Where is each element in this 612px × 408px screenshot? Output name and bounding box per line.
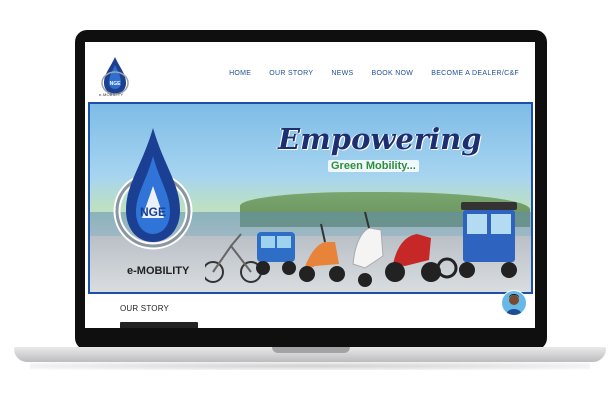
orange-scooter-image xyxy=(299,223,345,282)
our-story-heading: OUR STORY xyxy=(120,304,170,313)
hero-banner: NGE e-MOBILITY Empowering Green Mobility… xyxy=(88,102,533,294)
chat-avatar-icon[interactable] xyxy=(501,290,527,316)
site-header: NGE e-MOBILITY HOME OUR STORY NEWS BOOK … xyxy=(85,42,535,100)
hero-subheadline: Green Mobility... xyxy=(328,160,419,172)
hero-logo-caption: e-MOBILITY xyxy=(127,265,190,277)
hero-headline: Empowering xyxy=(278,122,482,156)
vehicle-lineup xyxy=(205,202,517,287)
main-menu: HOME OUR STORY NEWS BOOK NOW BECOME A DE… xyxy=(229,70,519,77)
nav-item-news[interactable]: NEWS xyxy=(331,70,353,77)
laptop-notch xyxy=(272,347,350,353)
white-scooter-image xyxy=(352,211,384,287)
header-logo-caption: e-MOBILITY xyxy=(99,92,124,97)
nav-item-become-dealer[interactable]: BECOME A DEALER/C&F xyxy=(431,70,519,77)
browser-viewport: NGE e-MOBILITY HOME OUR STORY NEWS BOOK … xyxy=(85,42,535,328)
nav-item-our-story[interactable]: OUR STORY xyxy=(269,70,313,77)
header-logo-acronym: NGE xyxy=(110,81,122,87)
hero-nge-logo: NGE xyxy=(112,126,194,254)
hero-logo-acronym: NGE xyxy=(140,205,166,219)
blue-erickshaw-large-image xyxy=(436,202,517,279)
cropped-subheading xyxy=(120,322,198,328)
laptop-shadow xyxy=(30,362,590,370)
blue-erickshaw-small-image xyxy=(256,232,296,275)
nav-item-home[interactable]: HOME xyxy=(229,70,251,77)
tricycle-image xyxy=(205,233,262,283)
red-motorbike-image xyxy=(385,234,441,282)
nav-item-book-now[interactable]: BOOK NOW xyxy=(372,70,414,77)
